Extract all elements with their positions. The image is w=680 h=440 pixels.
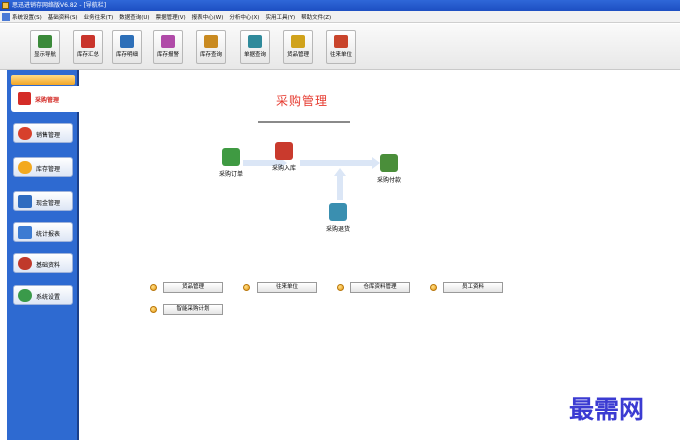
flow-purchase-order[interactable]: 采购订单: [219, 148, 243, 178]
sidebar-header-strip: [11, 75, 75, 85]
document-query-button[interactable]: 单据查询: [240, 30, 270, 64]
flow-purchase-pay-label: 采购付款: [377, 177, 402, 184]
page-title: 采购管理: [276, 94, 329, 108]
sidebar-item-cash[interactable]: 现金管理: [13, 191, 73, 211]
summary-icon: [81, 35, 95, 48]
goods-icon: [291, 35, 305, 48]
bullet-icon: [243, 284, 250, 291]
inventory-query-button[interactable]: 库存查询: [196, 30, 226, 64]
bullet-icon: [430, 284, 437, 291]
bullet-icon: [150, 306, 157, 313]
sidebar-item-cash-label: 现金管理: [36, 200, 61, 207]
inventory-detail-label: 库存明细: [115, 52, 138, 58]
partners-label: 往来单位: [329, 52, 352, 58]
flow-arrow-return-up: [334, 168, 346, 200]
sidebar-item-reports-label: 统计报表: [36, 231, 61, 238]
menu-data-query[interactable]: 数据查询(U): [119, 13, 149, 21]
cash-icon: [18, 195, 32, 208]
flow-purchase-receive-label: 采购入库: [272, 165, 297, 172]
sidebar-item-system-settings-label: 系统设置: [36, 294, 61, 301]
sidebar-item-sales-label: 销售管理: [36, 132, 61, 139]
bullet-icon: [150, 284, 157, 291]
goods-management-label: 货品管理: [286, 52, 309, 58]
menu-basic-data[interactable]: 基础资料(S): [48, 13, 78, 21]
flow-purchase-receive[interactable]: 采购入库: [272, 142, 296, 172]
sidebar-item-inventory[interactable]: 库存管理: [13, 157, 73, 177]
quick-partners-button[interactable]: 往来单位: [257, 282, 317, 293]
window-title: 思迅进销存网络版V6.82 - [导航栏]: [12, 2, 107, 9]
sidebar-item-reports[interactable]: 统计报表: [13, 222, 73, 242]
sidebar-item-purchase-label: 采购管理: [35, 97, 60, 104]
quick-employee-data-button[interactable]: 员工资料: [443, 282, 503, 293]
settings-icon: [18, 289, 32, 302]
basic-data-icon: [18, 257, 32, 270]
order-icon: [222, 148, 240, 166]
inventory-query-label: 库存查询: [199, 52, 222, 58]
flow-purchase-order-label: 采购订单: [219, 171, 244, 178]
pay-icon: [380, 154, 398, 172]
alarm-icon: [161, 35, 175, 48]
sidebar-item-basic-data[interactable]: 基础资料: [13, 253, 73, 273]
sidebar-item-basic-data-label: 基础资料: [36, 262, 61, 269]
inventory-alarm-button[interactable]: 库存报警: [153, 30, 183, 64]
menu-analysis[interactable]: 分析中心(X): [229, 13, 259, 21]
show-nav-button[interactable]: 显示导航: [30, 30, 60, 64]
flow-purchase-return-label: 采购退货: [326, 226, 351, 233]
menu-help[interactable]: 帮助文件(Z): [301, 13, 331, 21]
toolbar: 显示导航 库存汇总 库存明细 库存报警 库存查询 单据查询 货品管理 往来单位: [0, 24, 680, 70]
sidebar: 采购管理 销售管理 库存管理 现金管理 统计报表 基础资料 系统设置: [7, 70, 79, 440]
menu-business[interactable]: 业务往来(T): [84, 13, 114, 21]
return-icon: [329, 203, 347, 221]
menu-invoice[interactable]: 票据管理(V): [156, 13, 186, 21]
menu-app-icon: [2, 13, 10, 21]
flow-arrow-receive-pay: [300, 157, 380, 169]
plus-icon: [18, 92, 31, 105]
document-query-label: 单据查询: [243, 52, 266, 58]
sales-icon: [18, 127, 32, 140]
show-nav-label: 显示导航: [33, 52, 56, 58]
nav-icon: [38, 35, 52, 48]
menu-bar: 系统设置(S) 基础资料(S) 业务往来(T) 数据查询(U) 票据管理(V) …: [0, 11, 680, 23]
chart-icon: [18, 226, 32, 239]
menu-system-settings[interactable]: 系统设置(S): [12, 13, 42, 21]
inventory-alarm-label: 库存报警: [156, 52, 179, 58]
quick-warehouse-data-button[interactable]: 仓库资料管理: [350, 282, 410, 293]
sidebar-item-purchase[interactable]: 采购管理: [11, 86, 79, 112]
inventory-summary-label: 库存汇总: [76, 52, 99, 58]
quick-goods-management-button[interactable]: 货品管理: [163, 282, 223, 293]
title-underline: [258, 121, 350, 123]
inventory-detail-button[interactable]: 库存明细: [112, 30, 142, 64]
bullet-icon: [337, 284, 344, 291]
quick-smart-purchase-plan-button[interactable]: 智能采购计划: [163, 304, 223, 315]
sidebar-item-system-settings[interactable]: 系统设置: [13, 285, 73, 305]
partners-icon: [334, 35, 348, 48]
document-icon: [248, 35, 262, 48]
menu-reports[interactable]: 报表中心(W): [192, 13, 224, 21]
query-icon: [204, 35, 218, 48]
goods-management-button[interactable]: 货品管理: [283, 30, 313, 64]
title-bar: 思迅进销存网络版V6.82 - [导航栏]: [0, 0, 680, 11]
star-icon: [18, 161, 32, 174]
detail-icon: [120, 35, 134, 48]
partners-button[interactable]: 往来单位: [326, 30, 356, 64]
app-icon: [2, 2, 9, 9]
sidebar-item-sales[interactable]: 销售管理: [13, 123, 73, 143]
menu-tools[interactable]: 实用工具(Y): [265, 13, 295, 21]
flow-purchase-return[interactable]: 采购退货: [326, 203, 350, 233]
receive-icon: [275, 142, 293, 160]
flow-purchase-pay[interactable]: 采购付款: [377, 154, 401, 184]
inventory-summary-button[interactable]: 库存汇总: [73, 30, 103, 64]
sidebar-item-inventory-label: 库存管理: [36, 166, 61, 173]
watermark-logo: 最需网: [569, 395, 645, 424]
